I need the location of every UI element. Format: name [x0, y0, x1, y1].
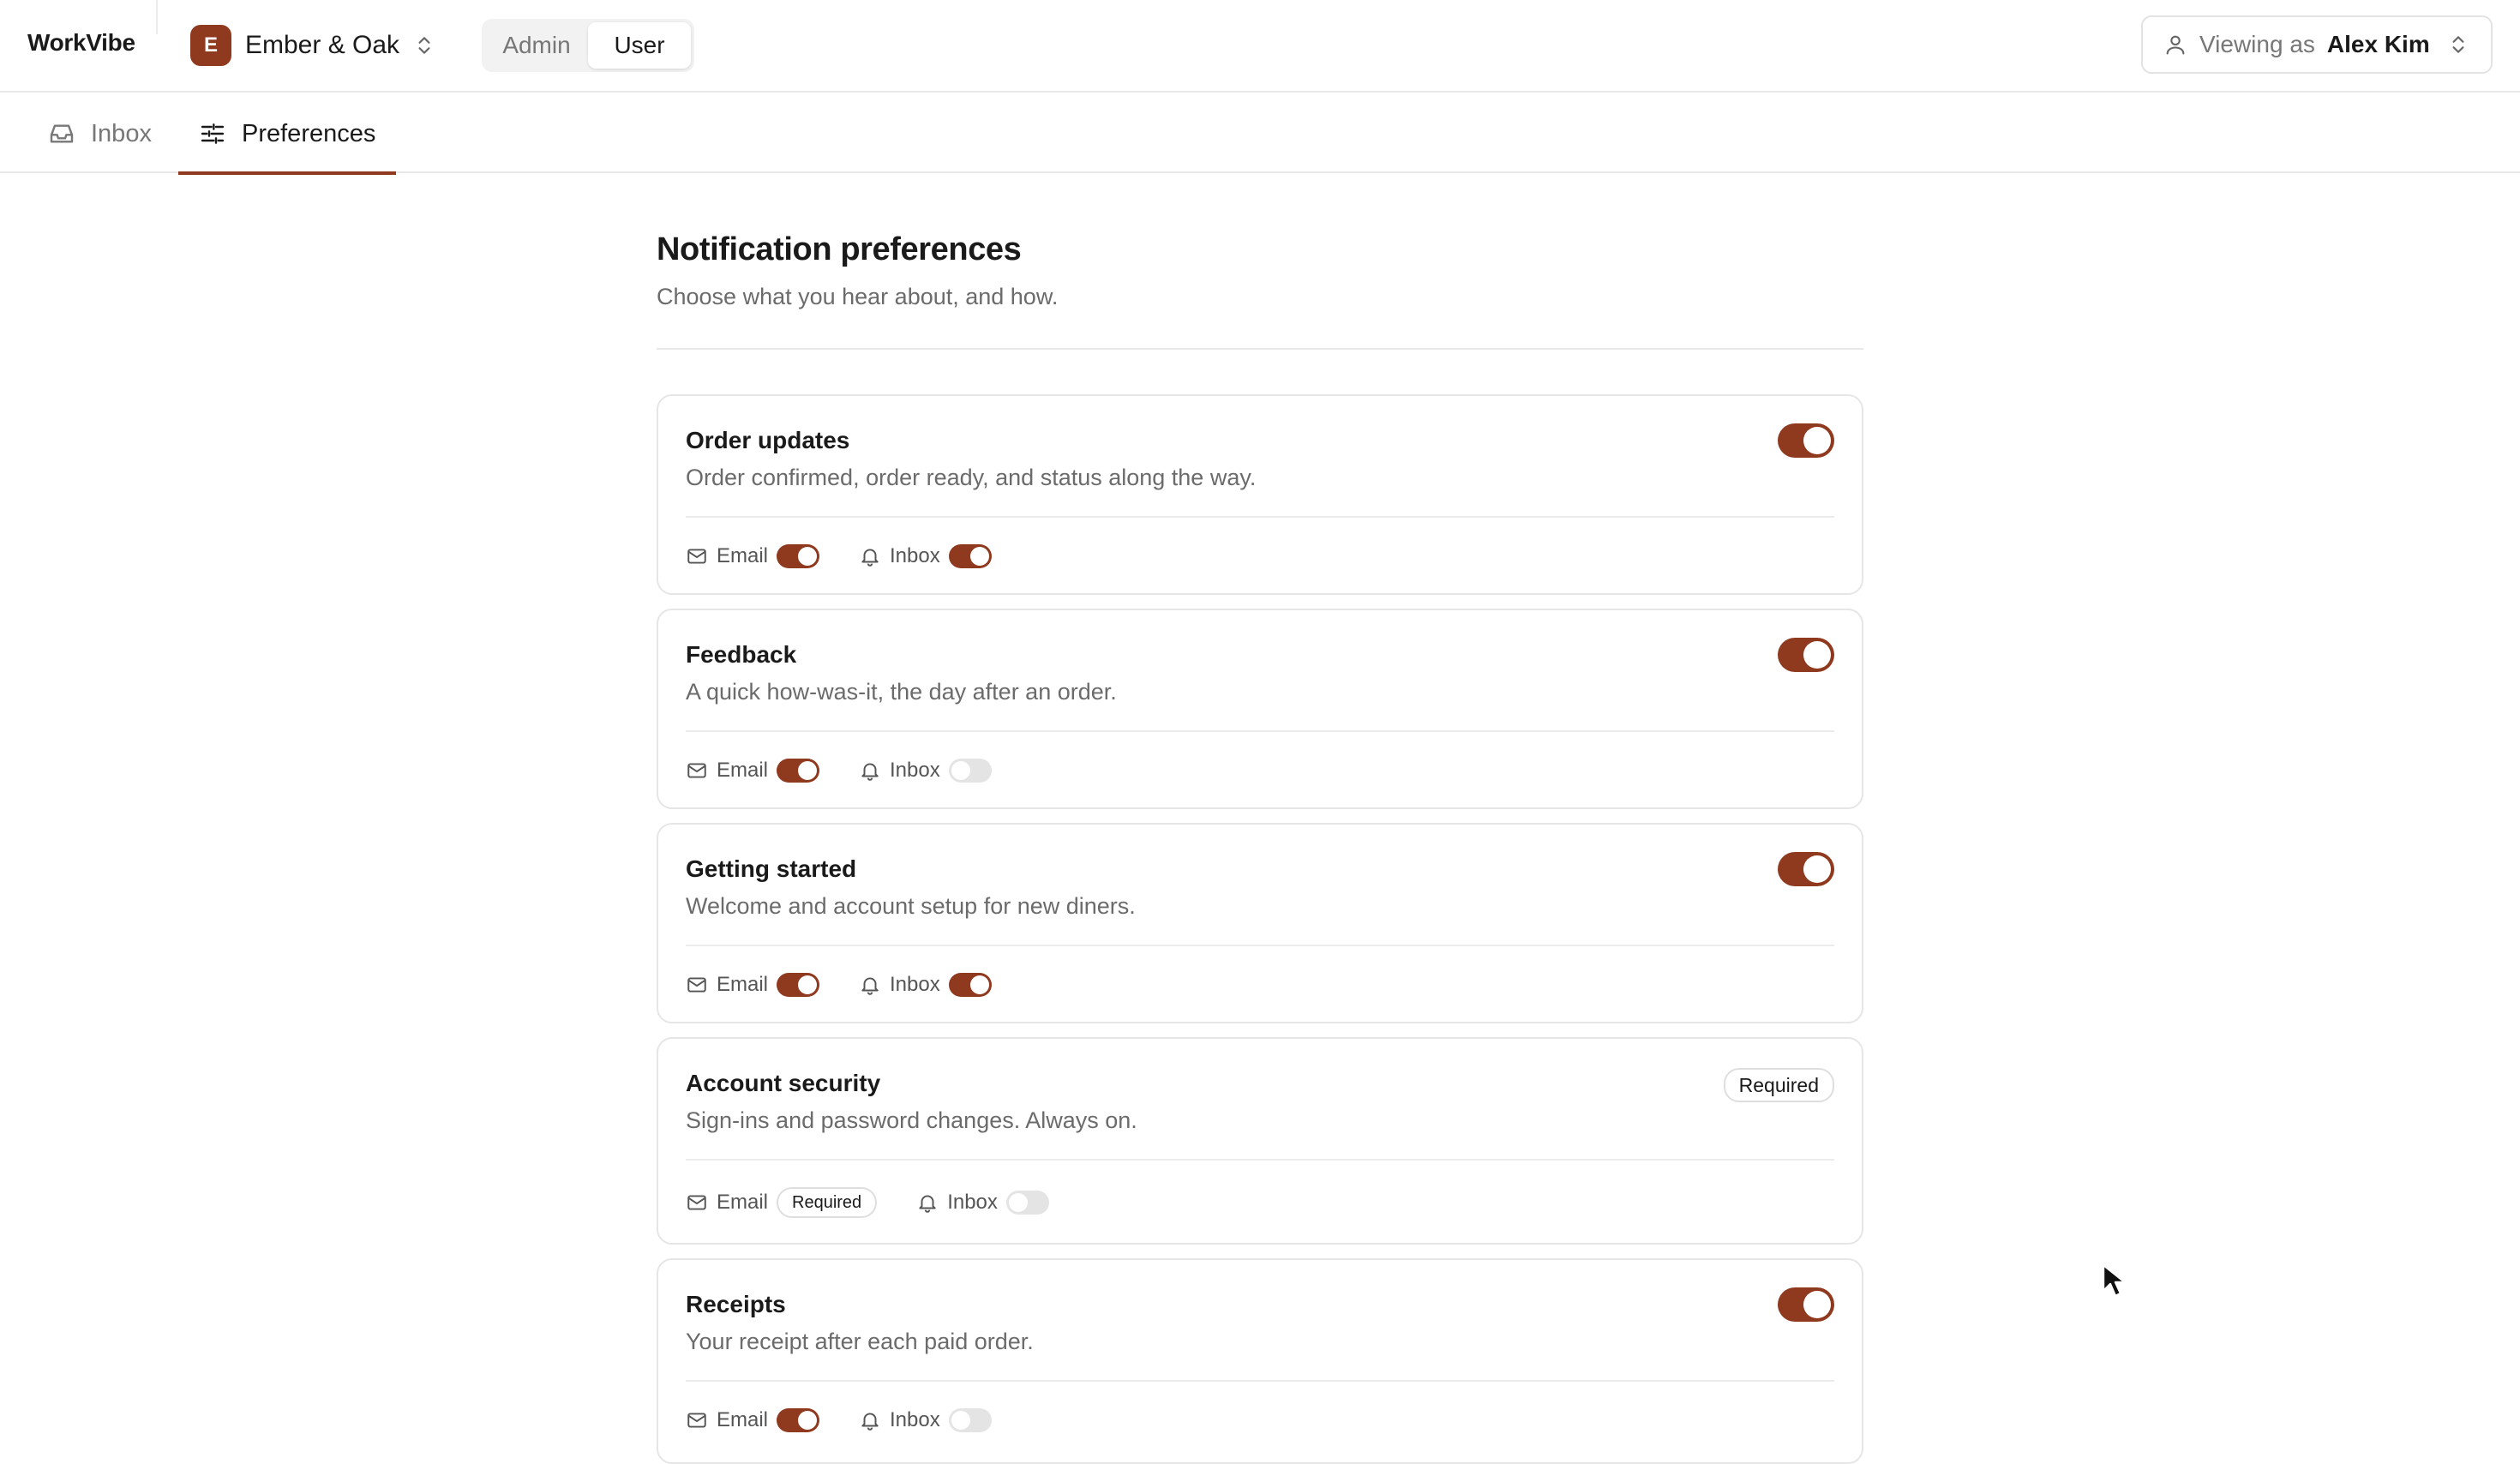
card-divider: [686, 730, 1834, 732]
category-title: Order updates: [686, 427, 850, 453]
channel-row: Email Inbox: [686, 751, 1031, 790]
viewing-as-label: Viewing as: [2199, 31, 2315, 57]
category-title: Feedback: [686, 641, 797, 668]
role-option-admin[interactable]: Admin: [485, 22, 588, 69]
channel-row: Email Inbox: [686, 537, 1031, 576]
preferences-header: Notification preferences Choose what you…: [657, 231, 1863, 350]
email-toggle-order-updates[interactable]: [777, 544, 820, 568]
top-bar: WorkVibe E Ember & Oak Admin User Viewin…: [0, 0, 2520, 93]
page-subtitle: Choose what you hear about, and how.: [657, 284, 1059, 309]
chevron-up-down-icon: [2452, 36, 2464, 53]
channel-email: Email: [686, 759, 820, 783]
category-description: A quick how-was-it, the day after an ord…: [686, 679, 1117, 705]
category-title: Account security: [686, 1070, 881, 1096]
bell-icon: [861, 763, 879, 781]
bell-icon: [861, 549, 879, 567]
category-toggle-feedback[interactable]: [1778, 638, 1834, 672]
category-description: Order confirmed, order ready, and status…: [686, 465, 1257, 490]
channel-email-label: Email: [717, 973, 769, 996]
brand-divider: [156, 0, 158, 34]
category-title: Getting started: [686, 855, 857, 882]
category-toggle-getting-started[interactable]: [1778, 852, 1834, 886]
bell-icon: [919, 1195, 936, 1213]
channel-inbox-label: Inbox: [890, 1408, 940, 1431]
mail-icon: [687, 763, 706, 778]
org-avatar: E: [190, 25, 231, 66]
app-brand: WorkVibe: [27, 29, 135, 56]
user-icon: [2166, 35, 2185, 55]
channel-inbox: Inbox: [859, 973, 992, 997]
category-card-account-security: Account security Sign-ins and password c…: [657, 1037, 1863, 1245]
mail-icon: [687, 549, 706, 564]
channel-inbox-label: Inbox: [890, 759, 940, 782]
channel-email: Email: [686, 973, 820, 997]
card-divider: [686, 945, 1834, 946]
category-title: Receipts: [686, 1291, 786, 1317]
role-switch: Admin User: [482, 19, 694, 72]
channel-email-label: Email: [717, 1191, 769, 1214]
category-toggle-receipts[interactable]: [1778, 1287, 1834, 1322]
org-name: Ember & Oak: [245, 31, 400, 59]
channel-row: Email Inbox: [686, 965, 1031, 1005]
channel-email: Email: [686, 1408, 820, 1432]
channel-inbox: Inbox: [859, 544, 992, 568]
card-divider: [686, 1159, 1834, 1161]
tab-bar: Inbox Preferences: [0, 94, 2520, 175]
channel-inbox: Inbox: [859, 759, 992, 783]
channel-inbox-label: Inbox: [890, 973, 940, 996]
inbox-toggle-feedback[interactable]: [948, 759, 992, 783]
email-toggle-receipts[interactable]: [777, 1408, 820, 1432]
mouse-cursor-icon: [2102, 1263, 2126, 1298]
chevron-up-down-icon: [418, 37, 430, 54]
inbox-icon: [50, 124, 74, 143]
inbox-toggle-order-updates[interactable]: [948, 544, 992, 568]
tab-preferences-label: Preferences: [242, 119, 376, 147]
category-card-feedback: Feedback A quick how-was-it, the day aft…: [657, 609, 1863, 809]
inbox-toggle-receipts[interactable]: [948, 1408, 992, 1432]
category-toggle-order-updates[interactable]: [1778, 423, 1834, 458]
card-divider: [686, 1380, 1834, 1382]
channel-email: Email: [686, 544, 820, 568]
channel-email-label: Email: [717, 759, 769, 782]
bell-icon: [861, 1413, 879, 1431]
channel-row: Email Inbox: [686, 1401, 1031, 1440]
channel-inbox: Inbox: [916, 1191, 1049, 1215]
inbox-toggle-getting-started[interactable]: [948, 973, 992, 997]
email-toggle-feedback[interactable]: [777, 759, 820, 783]
mail-icon: [687, 1195, 706, 1210]
page-title: Notification preferences: [657, 231, 1022, 267]
sliders-icon: [201, 123, 225, 144]
card-divider: [686, 516, 1834, 518]
mail-icon: [687, 1413, 706, 1428]
viewing-as-selector[interactable]: Viewing as Alex Kim: [2141, 15, 2493, 74]
inbox-toggle-account-security[interactable]: [1005, 1191, 1049, 1215]
channel-email: Email Required: [686, 1187, 878, 1218]
category-description: Your receipt after each paid order.: [686, 1329, 1034, 1354]
role-option-user[interactable]: User: [588, 22, 691, 69]
category-card-order-updates: Order updates Order confirmed, order rea…: [657, 394, 1863, 595]
header-divider: [657, 348, 1863, 350]
email-required-badge: Required: [777, 1187, 878, 1218]
channel-inbox: Inbox: [859, 1408, 992, 1432]
org-switcher[interactable]: E Ember & Oak: [190, 24, 435, 67]
tab-inbox[interactable]: Inbox: [48, 94, 152, 173]
email-toggle-getting-started[interactable]: [777, 973, 820, 997]
category-description: Sign-ins and password changes. Always on…: [686, 1107, 1137, 1133]
tab-inbox-label: Inbox: [91, 119, 152, 147]
category-card-getting-started: Getting started Welcome and account setu…: [657, 823, 1863, 1023]
channel-email-label: Email: [717, 1408, 769, 1431]
viewing-as-user: Alex Kim: [2326, 31, 2430, 57]
active-tab-indicator: [178, 171, 397, 175]
category-description: Welcome and account setup for new diners…: [686, 893, 1136, 919]
channel-inbox-label: Inbox: [890, 544, 940, 567]
channel-row: Email Required Inbox: [686, 1183, 1089, 1222]
mail-icon: [687, 977, 706, 993]
tab-preferences[interactable]: Preferences: [178, 94, 397, 175]
bell-icon: [861, 977, 879, 995]
channel-inbox-label: Inbox: [947, 1191, 998, 1214]
required-badge: Required: [1723, 1068, 1834, 1102]
category-card-receipts: Receipts Your receipt after each paid or…: [657, 1258, 1863, 1464]
channel-email-label: Email: [717, 544, 769, 567]
